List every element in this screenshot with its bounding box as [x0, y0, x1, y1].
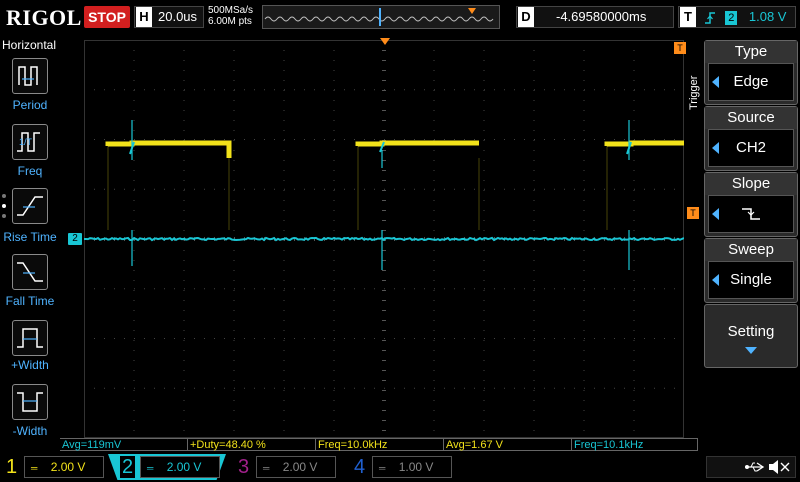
frequency-label: Freq	[17, 164, 43, 178]
positive-width-button[interactable]	[12, 320, 48, 356]
trigger-sweep-menu[interactable]: Sweep Single	[704, 238, 798, 303]
waveform-grid	[83, 39, 685, 439]
fall-time-button[interactable]	[12, 254, 48, 290]
period-icon	[18, 66, 38, 86]
trigger-sweep-header: Sweep	[705, 239, 797, 261]
measurement-results: Avg=119mV +Duty=48.40 % Freq=10.0kHz Avg…	[60, 438, 700, 452]
delay-box[interactable]: D -4.69580000ms	[516, 6, 674, 28]
positive-width-label: +Width	[11, 358, 49, 372]
trigger-slope-menu[interactable]: Slope	[704, 172, 798, 237]
trigger-type-value[interactable]: Edge	[708, 63, 794, 101]
trigger-source-menu[interactable]: Source CH2	[704, 106, 798, 171]
rise-time-label: Rise Time	[3, 230, 57, 244]
status-icons-svg	[745, 460, 790, 474]
negative-width-icon	[17, 392, 43, 412]
acquisition-info: 500MSa/s 6.00M pts	[208, 5, 253, 27]
rise-time-icon	[17, 196, 43, 216]
measurement-item[interactable]: +Duty=48.40 %	[188, 438, 316, 451]
sample-rate: 500MSa/s	[208, 5, 254, 16]
ch1-waveform	[105, 140, 684, 230]
rising-edge-icon	[704, 11, 715, 24]
memory-overview[interactable]	[262, 5, 500, 29]
ch3-label[interactable]: 3	[238, 454, 249, 480]
trigger-level: 1.08 V	[748, 9, 787, 24]
chevron-down-icon	[745, 347, 757, 354]
measurement-item[interactable]: Avg=1.67 V	[444, 438, 572, 451]
trigger-time-marker[interactable]	[380, 38, 390, 45]
measure-menu: Horizontal Period 1/T Freq Rise Time Fal…	[0, 38, 60, 438]
delay-value: -4.69580000ms	[556, 9, 647, 24]
period-label: Period	[12, 98, 48, 112]
ch2-label[interactable]: 2	[120, 454, 136, 480]
trigger-top-marker[interactable]: T	[674, 42, 686, 54]
measure-menu-title: Horizontal	[2, 38, 57, 52]
ch1-scale-box[interactable]: ═ 2.00 V	[24, 456, 104, 478]
frequency-icon: 1/T	[17, 132, 40, 152]
ch3-scale: 2.00 V	[282, 460, 318, 474]
trigger-source-header: Source	[705, 107, 797, 129]
fall-time-icon	[17, 262, 43, 282]
status-icons	[706, 456, 796, 478]
speaker-muted-icon	[769, 460, 790, 474]
run-stop-indicator[interactable]: STOP	[84, 6, 130, 28]
negative-width-button[interactable]	[12, 384, 48, 420]
trigger-type-header: Type	[705, 41, 797, 63]
ch1-scale: 2.00 V	[50, 460, 86, 474]
dc-coupling-icon: ═	[31, 463, 38, 473]
delay-label: D	[518, 7, 534, 27]
ch2-scale: 2.00 V	[166, 460, 202, 474]
left-arrow-icon	[712, 274, 719, 286]
ch2-scale-box[interactable]: ═ 2.00 V	[140, 456, 220, 478]
trigger-setting-button[interactable]: Setting	[704, 304, 798, 368]
left-arrow-icon	[712, 142, 719, 154]
trigger-label: T	[680, 7, 696, 27]
falling-edge-icon	[742, 208, 760, 220]
dc-coupling-icon: ═	[379, 463, 386, 473]
measurement-item[interactable]: Freq=10.0kHz	[316, 438, 444, 451]
trigger-slope-header: Slope	[705, 173, 797, 195]
trigger-status-box[interactable]: T 2 1.08 V	[678, 6, 796, 28]
top-status-bar: RIGOL STOP H 20.0us 500MSa/s 6.00M pts D -…	[0, 0, 800, 34]
trigger-setting-label: Setting	[727, 323, 775, 340]
ch1-label[interactable]: 1	[6, 454, 17, 480]
trigger-slope-value[interactable]	[708, 195, 794, 233]
ch2-offset-marker[interactable]: 2	[68, 233, 82, 245]
usb-icon	[745, 462, 765, 472]
dc-coupling-icon: ═	[147, 463, 154, 473]
trigger-menu: Trigger Type Edge Source CH2 Slope Sweep…	[686, 38, 800, 438]
trigger-source-badge: 2	[725, 10, 738, 25]
svg-text:1/T: 1/T	[19, 137, 33, 147]
trigger-sweep-value[interactable]: Single	[708, 261, 794, 299]
waveform-display[interactable]: 2 T T	[68, 38, 699, 439]
left-arrow-icon	[712, 76, 719, 88]
ch4-scale: 1.00 V	[398, 460, 434, 474]
horizontal-label: H	[136, 7, 152, 27]
negative-width-label: -Width	[12, 424, 48, 438]
fall-time-label: Fall Time	[5, 294, 55, 308]
measurement-item[interactable]: Freq=10.1kHz	[572, 438, 698, 451]
channel-status-bar: 1 ═ 2.00 V 2 ═ 2.00 V 3 ═ 2.00 V 4 ═ 1.0…	[0, 454, 800, 480]
ch3-scale-box[interactable]: ═ 2.00 V	[256, 456, 336, 478]
trigger-menu-title: Trigger	[688, 75, 700, 110]
measurement-item[interactable]: Avg=119mV	[60, 438, 188, 451]
ch4-scale-box[interactable]: ═ 1.00 V	[372, 456, 452, 478]
timebase-box[interactable]: H 20.0us	[134, 6, 204, 28]
brand-logo: RIGOL	[6, 5, 82, 30]
left-arrow-icon	[712, 208, 719, 220]
dc-coupling-icon: ═	[263, 463, 270, 473]
frequency-button[interactable]: 1/T	[12, 124, 48, 160]
memory-depth: 6.00M pts	[208, 16, 252, 27]
trigger-type-menu[interactable]: Type Edge	[704, 40, 798, 105]
ch4-label[interactable]: 4	[354, 454, 365, 480]
trigger-source-value[interactable]: CH2	[708, 129, 794, 167]
positive-width-icon	[17, 328, 43, 348]
timebase-value: 20.0us	[158, 9, 198, 24]
period-button[interactable]	[12, 58, 48, 94]
rise-time-button[interactable]	[12, 188, 48, 224]
menu-page-dots[interactable]	[2, 194, 6, 218]
memory-overview-waveform	[263, 6, 499, 28]
